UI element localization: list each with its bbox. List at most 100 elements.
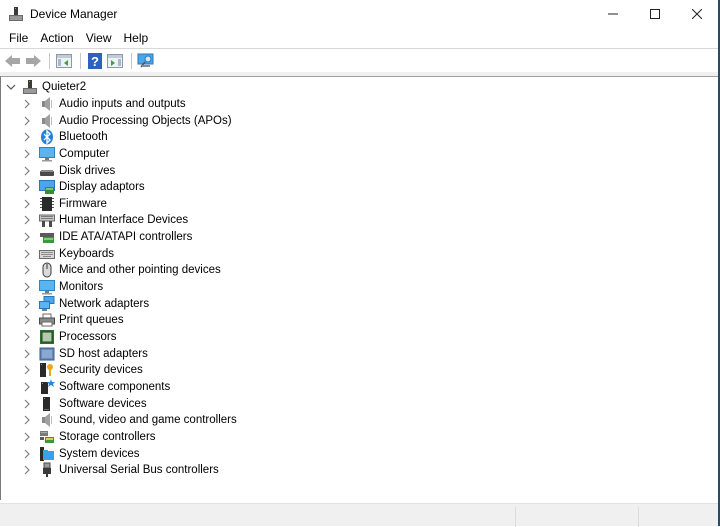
bluetooth-icon	[39, 129, 55, 145]
tree-item[interactable]: Software components	[21, 378, 170, 396]
tree-item[interactable]: Keyboards	[21, 246, 114, 263]
close-button[interactable]	[676, 0, 718, 28]
tree-item-label: System devices	[59, 447, 140, 460]
tree-root-label: Quieter2	[42, 81, 87, 94]
forward-arrow-icon	[26, 54, 41, 67]
chevron-right-icon[interactable]	[21, 346, 33, 362]
tree-item[interactable]: Firmware	[21, 196, 107, 213]
help-icon: ?	[88, 52, 102, 69]
menu-help[interactable]: Help	[118, 31, 155, 45]
device-manager-icon	[8, 6, 24, 22]
tree-item[interactable]: Universal Serial Bus controllers	[21, 462, 219, 479]
chevron-right-icon[interactable]	[21, 129, 33, 145]
chevron-down-icon[interactable]	[5, 79, 17, 95]
software-device-icon	[39, 396, 55, 412]
processor-icon	[39, 329, 55, 345]
mouse-icon	[39, 262, 55, 278]
scan-hardware-button[interactable]	[137, 52, 155, 70]
tree-item[interactable]: Monitors	[21, 279, 103, 296]
chevron-right-icon[interactable]	[21, 113, 33, 129]
speaker-icon	[39, 96, 55, 112]
maximize-button[interactable]	[634, 0, 676, 28]
tree-item-label: Keyboards	[59, 247, 114, 260]
tree-root[interactable]: Quieter2	[5, 79, 86, 96]
chevron-right-icon[interactable]	[21, 312, 33, 328]
chevron-right-icon[interactable]	[21, 279, 33, 295]
chevron-right-icon[interactable]	[21, 146, 33, 162]
chevron-right-icon[interactable]	[21, 179, 33, 195]
tree-item[interactable]: Computer	[21, 146, 110, 163]
tree-item[interactable]: Software devices	[21, 395, 147, 412]
chevron-right-icon[interactable]	[21, 196, 33, 212]
menu-bar: File Action View Help	[0, 28, 718, 48]
tree-item[interactable]: SD host adapters	[21, 345, 148, 362]
network-adapter-icon	[39, 295, 55, 312]
tree-item[interactable]: Display adaptors	[21, 179, 145, 196]
chevron-right-icon[interactable]	[21, 462, 33, 478]
back-button[interactable]	[4, 52, 22, 70]
tree-item[interactable]: Sound, video and game controllers	[21, 412, 237, 429]
tree-item[interactable]: System devices	[21, 445, 140, 462]
tree-item-label: SD host adapters	[59, 347, 148, 360]
tree-item[interactable]: Print queues	[21, 312, 124, 329]
help-button[interactable]: ?	[86, 52, 104, 70]
chevron-right-icon[interactable]	[21, 412, 33, 428]
device-tree[interactable]: Quieter2 Audio inputs and outputs Audio P…	[0, 76, 718, 500]
chevron-right-icon[interactable]	[21, 379, 33, 395]
chevron-right-icon[interactable]	[21, 96, 33, 112]
tree-item[interactable]: Processors	[21, 329, 117, 346]
tree-item[interactable]: Storage controllers	[21, 429, 156, 446]
title-bar[interactable]: Device Manager	[0, 0, 718, 28]
tree-item[interactable]: Audio inputs and outputs	[21, 96, 186, 113]
menu-file[interactable]: File	[3, 31, 34, 45]
toolbar: ?	[0, 48, 718, 72]
firmware-chip-icon	[39, 196, 55, 212]
toolbar-separator	[49, 52, 50, 69]
chevron-right-icon[interactable]	[21, 362, 33, 378]
tree-item[interactable]: IDE ATA/ATAPI controllers	[21, 229, 192, 246]
forward-button[interactable]	[24, 52, 42, 70]
speaker-icon	[39, 412, 55, 428]
scan-monitor-icon	[137, 53, 154, 67]
menu-action[interactable]: Action	[34, 31, 79, 45]
tree-item-label: Storage controllers	[59, 430, 156, 443]
tree-item[interactable]: Disk drives	[21, 162, 115, 179]
tree-item-label: Audio Processing Objects (APOs)	[59, 114, 232, 127]
chevron-right-icon[interactable]	[21, 262, 33, 278]
chevron-right-icon[interactable]	[21, 246, 33, 262]
chevron-right-icon[interactable]	[21, 396, 33, 412]
security-key-icon	[39, 362, 55, 378]
tree-item[interactable]: Human Interface Devices	[21, 212, 188, 229]
close-icon	[692, 9, 702, 19]
computer-tower-icon	[22, 79, 38, 95]
disk-drive-icon	[39, 163, 55, 179]
status-bar	[0, 503, 718, 527]
hid-icon	[39, 212, 55, 228]
tree-item[interactable]: Security devices	[21, 362, 143, 379]
tree-item[interactable]: Mice and other pointing devices	[21, 262, 221, 279]
maximize-icon	[650, 9, 660, 19]
chevron-right-icon[interactable]	[21, 163, 33, 179]
tree-item[interactable]: Bluetooth	[21, 129, 108, 146]
tree-item-label: Universal Serial Bus controllers	[59, 464, 219, 477]
device-manager-window: Device Manager File Action View Help ? Q…	[0, 0, 720, 527]
software-component-icon	[39, 378, 55, 395]
chevron-right-icon[interactable]	[21, 229, 33, 245]
chevron-right-icon[interactable]	[21, 329, 33, 345]
back-arrow-icon	[5, 54, 20, 67]
toolbar-separator	[80, 52, 81, 69]
chevron-right-icon[interactable]	[21, 212, 33, 228]
monitor-icon	[39, 279, 55, 295]
toolbar-separator	[131, 52, 132, 69]
chevron-right-icon[interactable]	[21, 296, 33, 312]
tree-item-label: Bluetooth	[59, 131, 108, 144]
tree-item[interactable]: Network adapters	[21, 295, 149, 312]
menu-view[interactable]: View	[80, 31, 118, 45]
tree-item-label: Audio inputs and outputs	[59, 97, 186, 110]
chevron-right-icon[interactable]	[21, 446, 33, 462]
chevron-right-icon[interactable]	[21, 429, 33, 445]
minimize-button[interactable]	[592, 0, 634, 28]
tree-item[interactable]: Audio Processing Objects (APOs)	[21, 112, 232, 129]
action-pane-button[interactable]	[106, 52, 124, 70]
console-tree-button[interactable]	[55, 52, 73, 70]
